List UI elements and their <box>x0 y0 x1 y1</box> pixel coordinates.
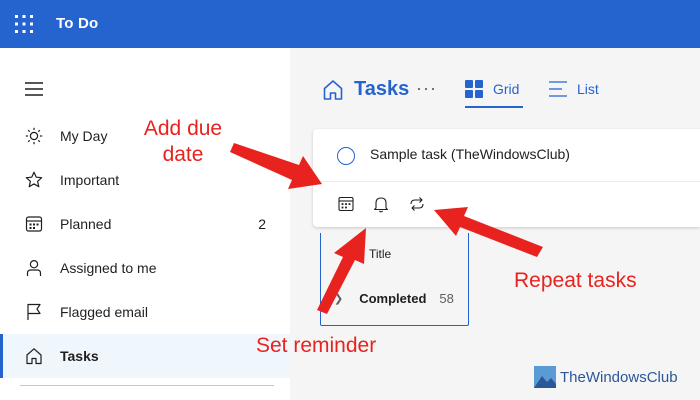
calendar-icon <box>25 216 43 232</box>
sidebar-item-label: Planned <box>60 216 112 232</box>
sidebar-item-label: Tasks <box>60 348 99 364</box>
watermark-text: TheWindowsClub <box>560 368 678 386</box>
person-icon <box>26 259 42 276</box>
sidebar-item-assigned-to-me[interactable]: Assigned to me <box>0 246 290 290</box>
more-options-button[interactable]: ··· <box>416 78 437 99</box>
app-title: To Do <box>56 15 99 32</box>
column-header-title[interactable]: Title <box>369 247 391 261</box>
app-launcher-icon[interactable] <box>15 15 33 33</box>
home-icon <box>26 348 42 365</box>
flag-icon <box>27 303 41 320</box>
grid-icon <box>465 80 483 98</box>
annotation-repeat-tasks: Repeat tasks <box>514 269 637 292</box>
card-divider <box>313 181 700 182</box>
add-task-input[interactable]: Sample task (TheWindowsClub) <box>370 146 570 162</box>
add-task-card: Sample task (TheWindowsClub) <box>313 129 700 227</box>
page-title: Tasks <box>354 78 410 100</box>
app-header: To Do <box>0 0 700 48</box>
annotation-add-due-date: Add due date <box>143 117 223 166</box>
due-date-calendar-icon[interactable] <box>337 195 355 213</box>
thewindowsclub-logo-icon <box>534 366 556 388</box>
task-complete-circle[interactable] <box>337 147 355 165</box>
sidebar-item-planned[interactable]: Planned 2 <box>0 202 290 246</box>
sidebar-item-tasks[interactable]: Tasks <box>0 334 290 378</box>
completed-label: Completed <box>359 291 427 306</box>
page-header: Tasks <box>322 78 409 101</box>
repeat-icon[interactable] <box>408 195 426 213</box>
hamburger-menu-icon[interactable] <box>25 82 43 96</box>
sidebar-divider <box>20 385 274 386</box>
list-icon <box>549 81 567 97</box>
sidebar-item-count: 2 <box>258 216 266 232</box>
watermark: TheWindowsClub <box>534 366 678 388</box>
completed-group-box <box>320 233 469 326</box>
annotation-set-reminder: Set reminder <box>256 334 377 357</box>
tab-list[interactable]: List <box>549 80 599 98</box>
completed-count: 58 <box>439 291 454 306</box>
completed-group-toggle[interactable]: ❯ Completed 58 <box>334 291 454 306</box>
home-icon <box>323 79 343 100</box>
sidebar-item-label: Flagged email <box>60 304 148 320</box>
tab-list-label: List <box>577 81 599 97</box>
sun-icon <box>25 127 43 145</box>
sidebar: My Day Important Planned 2 Assigned to m… <box>0 48 290 400</box>
tab-grid-label: Grid <box>493 81 520 97</box>
sidebar-item-flagged-email[interactable]: Flagged email <box>0 290 290 334</box>
sidebar-item-label: Important <box>60 172 120 188</box>
sidebar-item-label: Assigned to me <box>60 260 157 276</box>
chevron-right-icon: ❯ <box>334 293 344 305</box>
tab-grid[interactable]: Grid <box>465 80 524 108</box>
sidebar-item-label: My Day <box>60 128 108 144</box>
star-icon <box>25 171 43 188</box>
reminder-bell-icon[interactable] <box>372 195 390 213</box>
